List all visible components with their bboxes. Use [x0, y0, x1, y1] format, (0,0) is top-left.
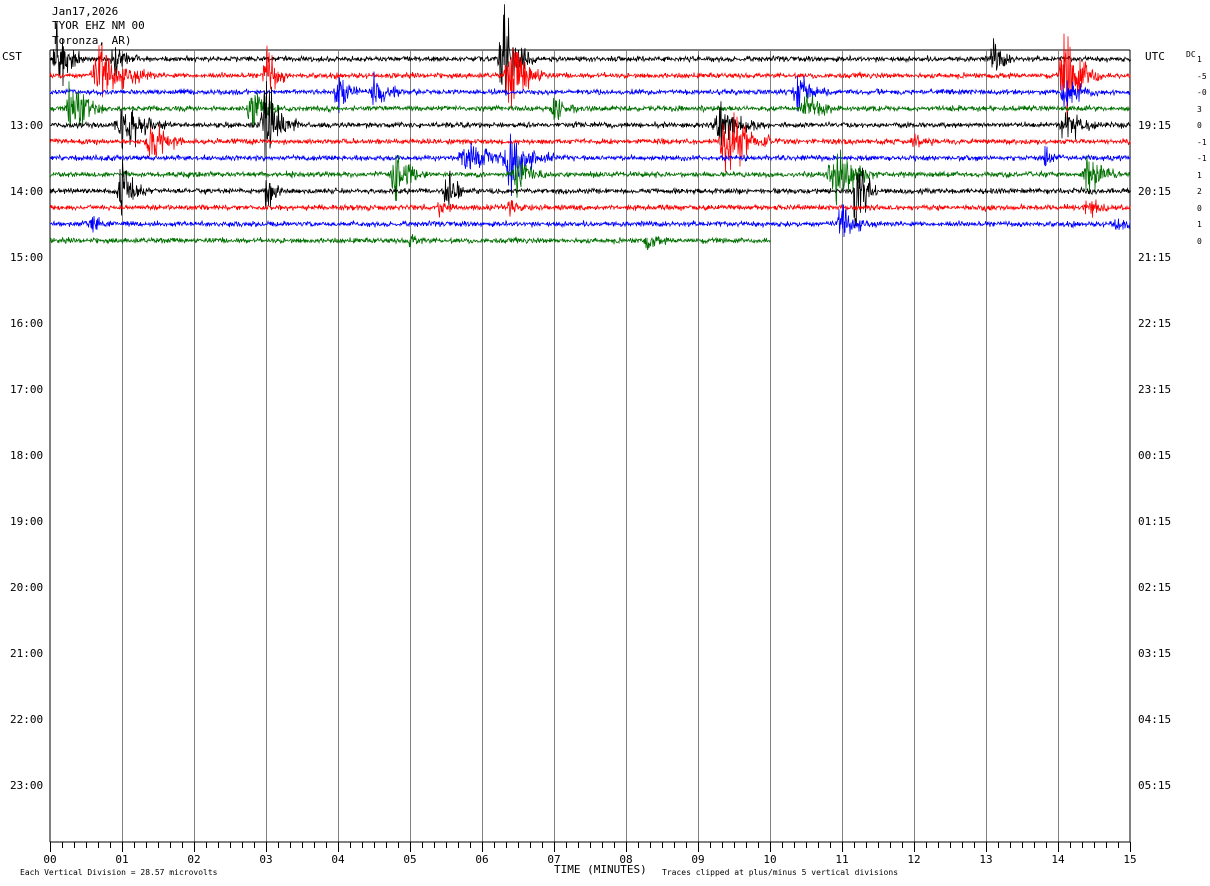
right-time-label: 23:15: [1138, 383, 1172, 396]
dc-value: 1: [1197, 170, 1202, 180]
left-time-label: 21:00: [10, 647, 44, 660]
footer-scale-note: Each Vertical Division = 28.57 microvolt…: [20, 868, 218, 877]
trace-line: [49, 199, 1131, 218]
dc-value: -5: [1197, 71, 1207, 81]
x-tick-label: 03: [259, 853, 272, 866]
x-tick-label: 11: [835, 853, 848, 866]
x-axis-title: TIME (MINUTES): [554, 863, 647, 876]
x-tick-label: 05: [403, 853, 416, 866]
dc-value: 1: [1197, 55, 1202, 64]
x-tick-label: 06: [475, 853, 488, 866]
right-time-label: 22:15: [1138, 317, 1172, 330]
trace-line: [49, 81, 1131, 128]
x-tick-label: 12: [907, 853, 920, 866]
right-time-label: 05:15: [1138, 779, 1172, 792]
seismogram-plot: 00 01 02 03 04 05 06 07 08 09 10 11 12 13 14 15: [43, 4, 1137, 866]
x-tick-label: 09: [691, 853, 704, 866]
right-time-label: 03:15: [1138, 647, 1172, 660]
header-location: Toronza, AR): [52, 34, 132, 47]
x-tick-label: 04: [331, 853, 345, 866]
left-time-label: 18:00: [10, 449, 44, 462]
x-tick-label: 15: [1123, 853, 1136, 866]
x-tick-label: 02: [187, 853, 200, 866]
x-tick-label: 14: [1051, 853, 1065, 866]
x-tick-label: 01: [115, 853, 128, 866]
dc-value: 3: [1197, 104, 1202, 114]
dc-value: -1: [1197, 137, 1207, 147]
x-tick-label: 10: [763, 853, 776, 866]
right-time-label: 00:15: [1138, 449, 1172, 462]
left-time-label: 16:00: [10, 317, 44, 330]
left-time-label: 22:00: [10, 713, 44, 726]
dc-value: 0: [1197, 121, 1202, 130]
right-time-label: 19:15: [1138, 119, 1172, 132]
dc-value: -1: [1197, 154, 1207, 163]
left-time-label: 19:00: [10, 515, 44, 528]
right-time-label: 20:15: [1138, 185, 1172, 198]
left-time-label: 23:00: [10, 779, 44, 792]
right-timezone-label: UTC: [1145, 50, 1165, 63]
x-tick-label: 13: [979, 853, 992, 866]
header-station: TYOR EHZ NM 00: [52, 19, 145, 32]
right-time-label: 04:15: [1138, 713, 1172, 726]
left-time-label: 17:00: [10, 383, 44, 396]
header-date: Jan17,2026: [52, 5, 119, 18]
right-time-label: 02:15: [1138, 581, 1172, 594]
left-time-label: 13:00: [10, 119, 44, 132]
seismic-traces: [49, 4, 1131, 251]
dc-value: 0: [1197, 203, 1202, 213]
dc-value: 1: [1197, 220, 1202, 229]
dc-value: -0: [1197, 88, 1207, 97]
footer-clip-note: Traces clipped at plus/minus 5 vertical …: [662, 868, 899, 877]
left-time-label: 20:00: [10, 581, 44, 594]
trace-line: [49, 112, 1131, 173]
trace-line: [49, 33, 1131, 120]
left-time-label: 14:00: [10, 185, 44, 198]
trace-line: [49, 4, 1131, 94]
minute-gridlines: [49, 49, 1131, 842]
x-tick-label: 00: [43, 853, 56, 866]
right-time-label: 01:15: [1138, 515, 1172, 528]
dc-value: 0: [1197, 236, 1202, 246]
right-time-label: 21:15: [1138, 251, 1172, 264]
trace-line: [49, 158, 1131, 229]
dc-value: 2: [1197, 187, 1202, 196]
left-time-label: 15:00: [10, 251, 44, 264]
dc-label: DC: [1186, 50, 1196, 59]
left-timezone-label: CST: [2, 50, 22, 63]
